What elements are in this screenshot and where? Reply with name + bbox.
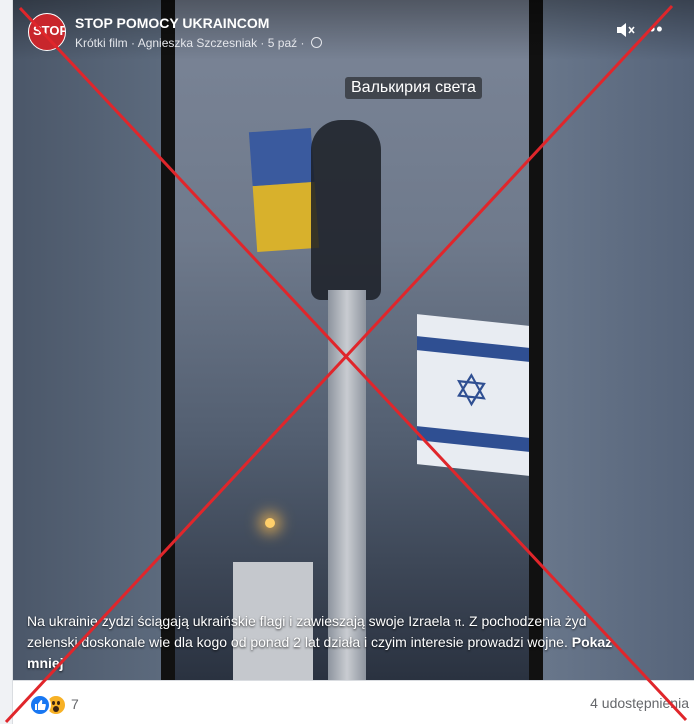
street-light (265, 518, 275, 528)
reaction-count[interactable]: 7 (71, 696, 79, 712)
israeli-flag-image: ✡ (417, 314, 529, 476)
speaker-muted-icon[interactable] (615, 20, 637, 40)
person-silhouette (311, 120, 381, 300)
caption-text: Na ukrainie żydzi ściągają ukraińskie fl… (27, 613, 587, 650)
avatar-text: STOP (33, 23, 66, 38)
video-border-right (529, 0, 543, 680)
page-name-link[interactable]: STOP POMOCY UKRAINCOM (75, 15, 269, 31)
video-watermark: Валькирия света (345, 77, 482, 99)
post-card: ✡ Валькирия света STOP STOP POMOCY UKRAI… (12, 0, 694, 724)
meta-author[interactable]: Agnieszka Szczesniak (138, 36, 257, 50)
video-blur-left (13, 0, 161, 680)
globe-icon (310, 37, 322, 48)
like-reaction-icon[interactable] (29, 694, 51, 716)
avatar[interactable]: STOP (28, 13, 66, 51)
more-dots-icon[interactable]: •• (649, 20, 664, 38)
meta-type[interactable]: Krótki film (75, 36, 128, 50)
post-header: STOP STOP POMOCY UKRAINCOM Krótki film ·… (13, 0, 694, 60)
video-player[interactable]: ✡ Валькирия света (13, 0, 694, 680)
ukrainian-flag-image (248, 127, 320, 253)
post-footer: 7 4 udostępnienia (13, 680, 694, 724)
post-caption: Na ukrainie żydzi ściągają ukraińskie fl… (27, 611, 627, 674)
post-meta: Krótki film · Agnieszka Szczesniak · 5 p… (75, 36, 322, 50)
video-blur-right (529, 0, 694, 680)
meta-date[interactable]: 5 paź (268, 36, 297, 50)
share-count-link[interactable]: 4 udostępnienia (590, 695, 689, 711)
video-border-left (161, 0, 175, 680)
